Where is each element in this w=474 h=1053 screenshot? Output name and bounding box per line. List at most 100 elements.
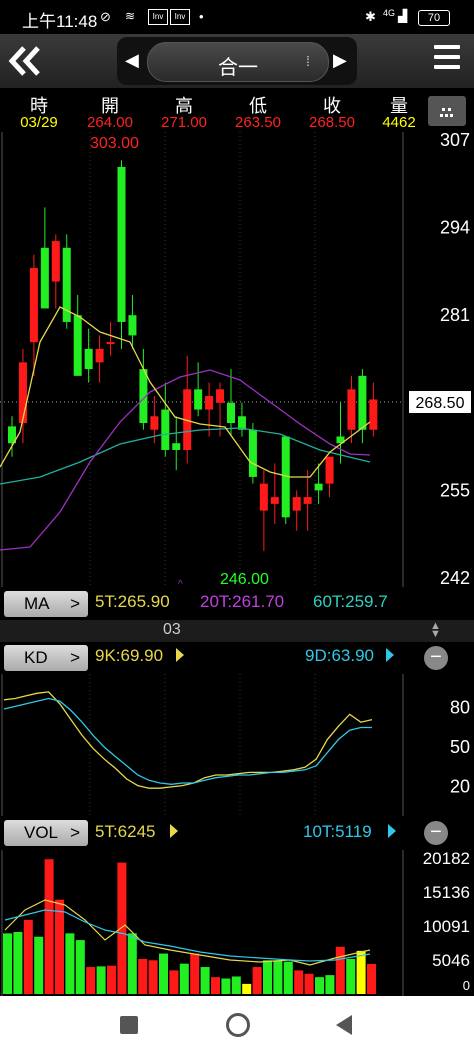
candle-body: [150, 416, 159, 430]
candle-body: [347, 389, 356, 430]
quote-value-low: 263.50: [235, 114, 281, 131]
double-chevron-left-icon[interactable]: [4, 42, 48, 80]
chart-options-button[interactable]: [428, 96, 466, 126]
volume-bar: [169, 970, 179, 994]
collapse-vol-icon[interactable]: −: [424, 821, 448, 845]
home-icon[interactable]: [226, 1013, 250, 1037]
quote-value-time: 03/29: [20, 114, 58, 131]
kd-tick-label: 20: [450, 777, 470, 797]
chevron-right-icon: >: [70, 648, 80, 667]
candlestick-chart[interactable]: ^ 307 294 281 255 242 303.00 246.00 268.50: [0, 132, 474, 587]
volume-bar: [65, 933, 75, 994]
volume-tick-label: 0: [463, 978, 470, 993]
quote-value-close: 268.50: [309, 114, 355, 131]
status-bar: 上午11:48 ⊘ ≋ Inv Inv • ✱ 4G ▟ 70: [0, 0, 474, 34]
candle-body: [95, 348, 104, 363]
low-label: 246.00: [220, 571, 269, 587]
volume-bar: [367, 963, 376, 994]
volume-bar: [294, 970, 304, 994]
volume-bar: [23, 919, 33, 994]
volume-bar: [315, 977, 324, 994]
kd-button[interactable]: KD >: [4, 645, 88, 671]
app-icon: Inv: [148, 9, 168, 25]
vol10-value: 10T:5119: [303, 822, 372, 841]
candle-body: [303, 497, 312, 504]
battery-icon: 70: [418, 10, 450, 26]
volume-bar: [346, 958, 356, 994]
kd-line-9K: [3, 691, 373, 789]
network-type: 4G: [383, 8, 396, 18]
date-axis: 03 ▲ ▼: [0, 620, 474, 642]
candle-body: [84, 348, 93, 370]
volume-bar: [107, 965, 116, 994]
volume-bar: [44, 859, 54, 994]
candle-body: [73, 315, 82, 376]
candle-body: [194, 389, 203, 410]
collapse-kd-icon[interactable]: −: [424, 646, 448, 670]
volume-bar: [55, 899, 64, 994]
k-flag-icon: [176, 648, 184, 662]
price-tick-label: 294: [440, 218, 470, 238]
grip-icon: ⁞: [306, 53, 310, 69]
candle-body: [325, 456, 334, 484]
dot-icon: •: [199, 9, 204, 24]
candle-body: [259, 483, 268, 511]
volume-tick-label: 20182: [423, 850, 470, 868]
next-stock-arrow-icon[interactable]: ▶: [333, 50, 347, 71]
mute-icon: ⊘: [100, 9, 111, 24]
volume-bar: [138, 958, 148, 994]
volume-bar: [211, 977, 220, 994]
recent-apps-icon[interactable]: [120, 1016, 138, 1034]
candle-body: [40, 247, 49, 309]
volume-bar: [148, 960, 158, 994]
candle-body: [172, 443, 181, 450]
candle-body: [117, 166, 126, 322]
volume-bar: [304, 973, 314, 994]
ma60-value: 60T:259.7: [313, 592, 388, 611]
candle-body: [18, 362, 27, 424]
back-triangle-icon[interactable]: [336, 1015, 352, 1035]
high-label: 303.00: [90, 135, 139, 152]
volume-bar: [86, 967, 96, 994]
vol-button[interactable]: VOL >: [4, 820, 88, 846]
candle-body: [51, 241, 60, 282]
kd-row: KD > 9K:69.90 9D:63.90 −: [0, 642, 474, 674]
volume-bar: [325, 975, 335, 994]
k-value: 9K:69.90: [95, 646, 164, 665]
volume-bar: [273, 960, 283, 994]
volume-bar: [263, 960, 272, 994]
candle-body: [128, 315, 137, 336]
volume-bar: [221, 978, 231, 994]
candle-body: [248, 429, 257, 477]
candle-body: [106, 342, 115, 345]
current-price-value: 268.50: [416, 395, 465, 412]
vol-label: VOL: [24, 823, 59, 842]
ma5-value: 5T:265.90: [95, 592, 170, 611]
d-value: 9D:63.90: [305, 646, 374, 665]
volume-tick-label: 10091: [423, 917, 470, 936]
quote-value-volume: 4462: [382, 114, 416, 131]
volume-bar: [242, 983, 252, 994]
volume-bar: [179, 963, 189, 994]
volume-chart[interactable]: 20182 15136 10091 5046 0: [0, 850, 474, 996]
resize-arrows-icon[interactable]: ▲ ▼: [430, 621, 441, 640]
candle-body: [161, 409, 170, 450]
volume-bar: [34, 936, 44, 994]
candle-body: [270, 497, 279, 504]
volume-bar: [117, 862, 127, 994]
stock-pill[interactable]: 合一 ⁞: [147, 42, 329, 82]
top-bar: ◀ 合一 ⁞ ▶: [0, 34, 474, 88]
ma-row: MA > 5T:265.90 20T:261.70 60T:259.7: [0, 588, 474, 620]
ma-marker: ^: [178, 579, 183, 587]
hamburger-menu-icon[interactable]: [434, 45, 460, 75]
month-label: 03: [163, 621, 181, 638]
chevron-right-icon: >: [70, 594, 80, 613]
candle-body: [292, 497, 301, 511]
ma-button[interactable]: MA >: [4, 591, 88, 617]
volume-bar: [252, 967, 262, 994]
kd-chart[interactable]: 80 50 20: [0, 674, 474, 816]
quote-value-high: 271.00: [161, 114, 207, 131]
prev-stock-arrow-icon[interactable]: ◀: [125, 50, 139, 71]
d-flag-icon: [386, 648, 394, 662]
wifi-icon: ≋: [125, 9, 136, 23]
